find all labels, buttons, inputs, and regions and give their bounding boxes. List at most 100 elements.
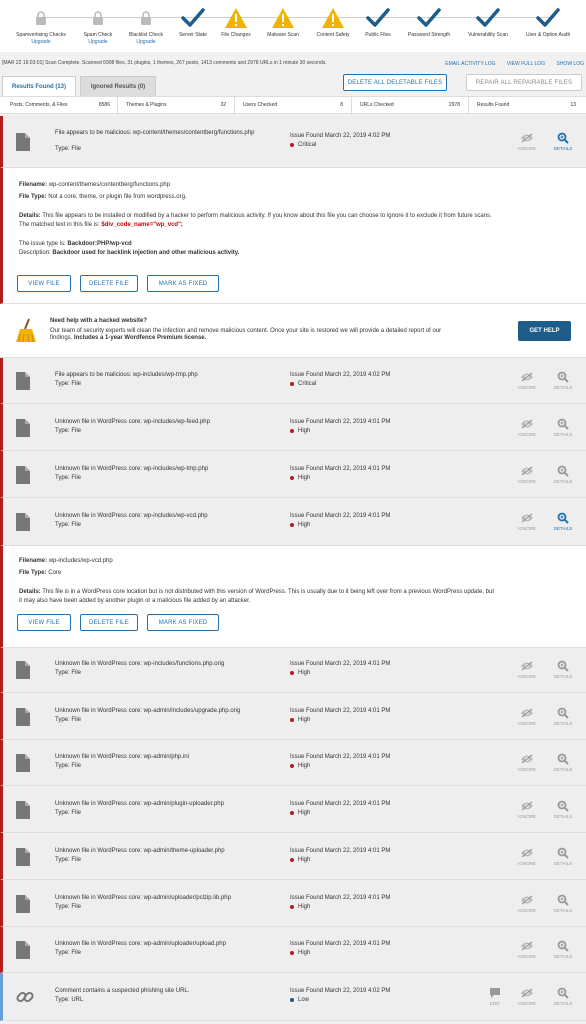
issue-type: Type: File — [55, 381, 82, 387]
details-label: DETAILS — [553, 861, 573, 866]
stat-divider — [468, 97, 469, 115]
hacked-site-help-banner: Need help with a hacked website? Our tea… — [0, 304, 586, 358]
details-action[interactable]: DETAILS — [551, 800, 575, 819]
stat-label: URLs Checked — [360, 102, 394, 108]
severity-label: High — [298, 950, 311, 956]
delete-all-deletable-files-button[interactable]: DELETE ALL DELETABLE FILES — [343, 74, 447, 91]
severity-dot — [290, 951, 294, 955]
file-icon — [16, 419, 30, 437]
issue-row: Unknown file in WordPress core: wp-inclu… — [0, 498, 586, 546]
upgrade-link[interactable]: Upgrade — [115, 39, 177, 46]
details-action[interactable]: DETAILS — [551, 940, 575, 959]
view-full-log-link[interactable]: VIEW FULL LOG — [507, 61, 545, 67]
issue-row: Unknown file in WordPress core: wp-admin… — [0, 833, 586, 880]
help-text: Our team of security experts will clean … — [50, 328, 442, 334]
stat-value: 13 — [570, 102, 576, 108]
issue-severity: High — [290, 763, 310, 769]
details-action[interactable]: DETAILS — [551, 465, 575, 484]
severity-dot — [290, 858, 294, 862]
details-text-cont: it may also have been added by another p… — [19, 598, 251, 604]
issue-type: Type: File — [55, 904, 82, 910]
severity-label: Critical — [298, 381, 317, 387]
ignore-action[interactable]: IGNORE — [515, 371, 539, 390]
ignore-action[interactable]: IGNORE — [515, 465, 539, 484]
issue-type: Type: File — [55, 522, 82, 528]
details-label: DETAILS — [553, 526, 573, 531]
mark-as-fixed-button[interactable]: MARK AS FIXED — [147, 614, 219, 631]
email-activity-log-link[interactable]: EMAIL ACTIVITY LOG — [445, 61, 495, 67]
ignore-action[interactable]: IGNORE — [515, 132, 539, 151]
details-action[interactable]: DETAILS — [551, 707, 575, 726]
eye-slash-icon — [515, 660, 539, 672]
details-action[interactable]: DETAILS — [551, 847, 575, 866]
file-icon — [16, 754, 30, 772]
help-premium-note: Includes a 1-year Wordfence Premium lice… — [74, 335, 207, 341]
filetype-label: File Type: — [19, 570, 47, 576]
severity-label: Low — [298, 997, 310, 1003]
severity-dot — [290, 382, 294, 386]
ignore-action[interactable]: IGNORE — [515, 753, 539, 772]
delete-file-button[interactable]: DELETE FILE — [80, 614, 138, 631]
repair-all-repairable-files-button[interactable]: REPAIR ALL REPAIRABLE FILES — [466, 74, 582, 91]
severity-label: High — [298, 810, 311, 816]
ignore-action[interactable]: IGNORE — [515, 987, 539, 1006]
details-action[interactable]: DETAILS — [551, 418, 575, 437]
checkmark-icon — [517, 6, 579, 30]
ignore-action[interactable]: IGNORE — [515, 418, 539, 437]
view-file-button[interactable]: VIEW FILE — [17, 614, 71, 631]
get-help-button[interactable]: GET HELP — [518, 321, 571, 341]
edit-action[interactable]: EDIT — [483, 987, 507, 1006]
issue-severity: Critical — [290, 142, 316, 148]
ignore-action[interactable]: IGNORE — [515, 894, 539, 913]
mark-as-fixed-button[interactable]: MARK AS FIXED — [147, 275, 219, 292]
ignore-action[interactable]: IGNORE — [515, 707, 539, 726]
upgrade-link[interactable]: Upgrade — [10, 39, 72, 46]
help-text-findings: findings. — [50, 335, 73, 341]
details-action[interactable]: DETAILS — [551, 987, 575, 1006]
zoom-in-icon — [551, 707, 575, 719]
details-label: Details: — [19, 589, 41, 595]
issue-severity: High — [290, 717, 310, 723]
show-log-link[interactable]: SHOW LOG — [556, 61, 584, 67]
details-action[interactable]: DETAILS — [551, 894, 575, 913]
ignore-action[interactable]: IGNORE — [515, 847, 539, 866]
severity-dot — [290, 476, 294, 480]
zoom-in-icon — [551, 940, 575, 952]
zoom-in-icon — [551, 894, 575, 906]
tab-ignored-results[interactable]: Ignored Results (0) — [80, 76, 156, 96]
scan-step-label: Vulnerability Scan — [468, 32, 508, 38]
details-action[interactable]: DETAILS — [551, 371, 575, 390]
issue-type: Type: File — [55, 670, 82, 676]
zoom-in-icon — [551, 800, 575, 812]
issue-title: File appears to be malicious: wp-include… — [55, 372, 198, 378]
ignore-action[interactable]: IGNORE — [515, 512, 539, 531]
file-icon — [16, 848, 30, 866]
ignore-action[interactable]: IGNORE — [515, 660, 539, 679]
details-action[interactable]: DETAILS — [551, 660, 575, 679]
zoom-in-icon — [551, 987, 575, 999]
severity-dot — [290, 718, 294, 722]
link-icon — [16, 988, 34, 1006]
issue-found-date: Issue Found March 22, 2019 4:01 PM — [290, 895, 391, 901]
details-text: This file appears to be installed or mod… — [42, 213, 492, 219]
issue-severity: High — [290, 857, 310, 863]
ignore-action[interactable]: IGNORE — [515, 800, 539, 819]
zoom-in-icon — [551, 132, 575, 144]
view-file-button[interactable]: VIEW FILE — [17, 275, 71, 292]
details-action[interactable]: DETAILS — [551, 512, 575, 531]
eye-slash-icon — [515, 465, 539, 477]
ignore-label: IGNORE — [518, 814, 536, 819]
filetype-label: File Type: — [19, 194, 47, 200]
file-icon — [16, 133, 30, 151]
details-action[interactable]: DETAILS — [551, 753, 575, 772]
ignore-label: IGNORE — [518, 526, 536, 531]
ignore-action[interactable]: IGNORE — [515, 940, 539, 959]
delete-file-button[interactable]: DELETE FILE — [80, 275, 138, 292]
details-action[interactable]: DETAILS — [551, 132, 575, 151]
tab-results-found[interactable]: Results Found (13) — [2, 76, 76, 96]
issue-found-date: Issue Found March 22, 2019 4:01 PM — [290, 419, 391, 425]
eye-slash-icon — [515, 418, 539, 430]
details-label: DETAILS — [553, 1001, 573, 1006]
file-icon — [16, 372, 30, 390]
severity-dot — [290, 764, 294, 768]
